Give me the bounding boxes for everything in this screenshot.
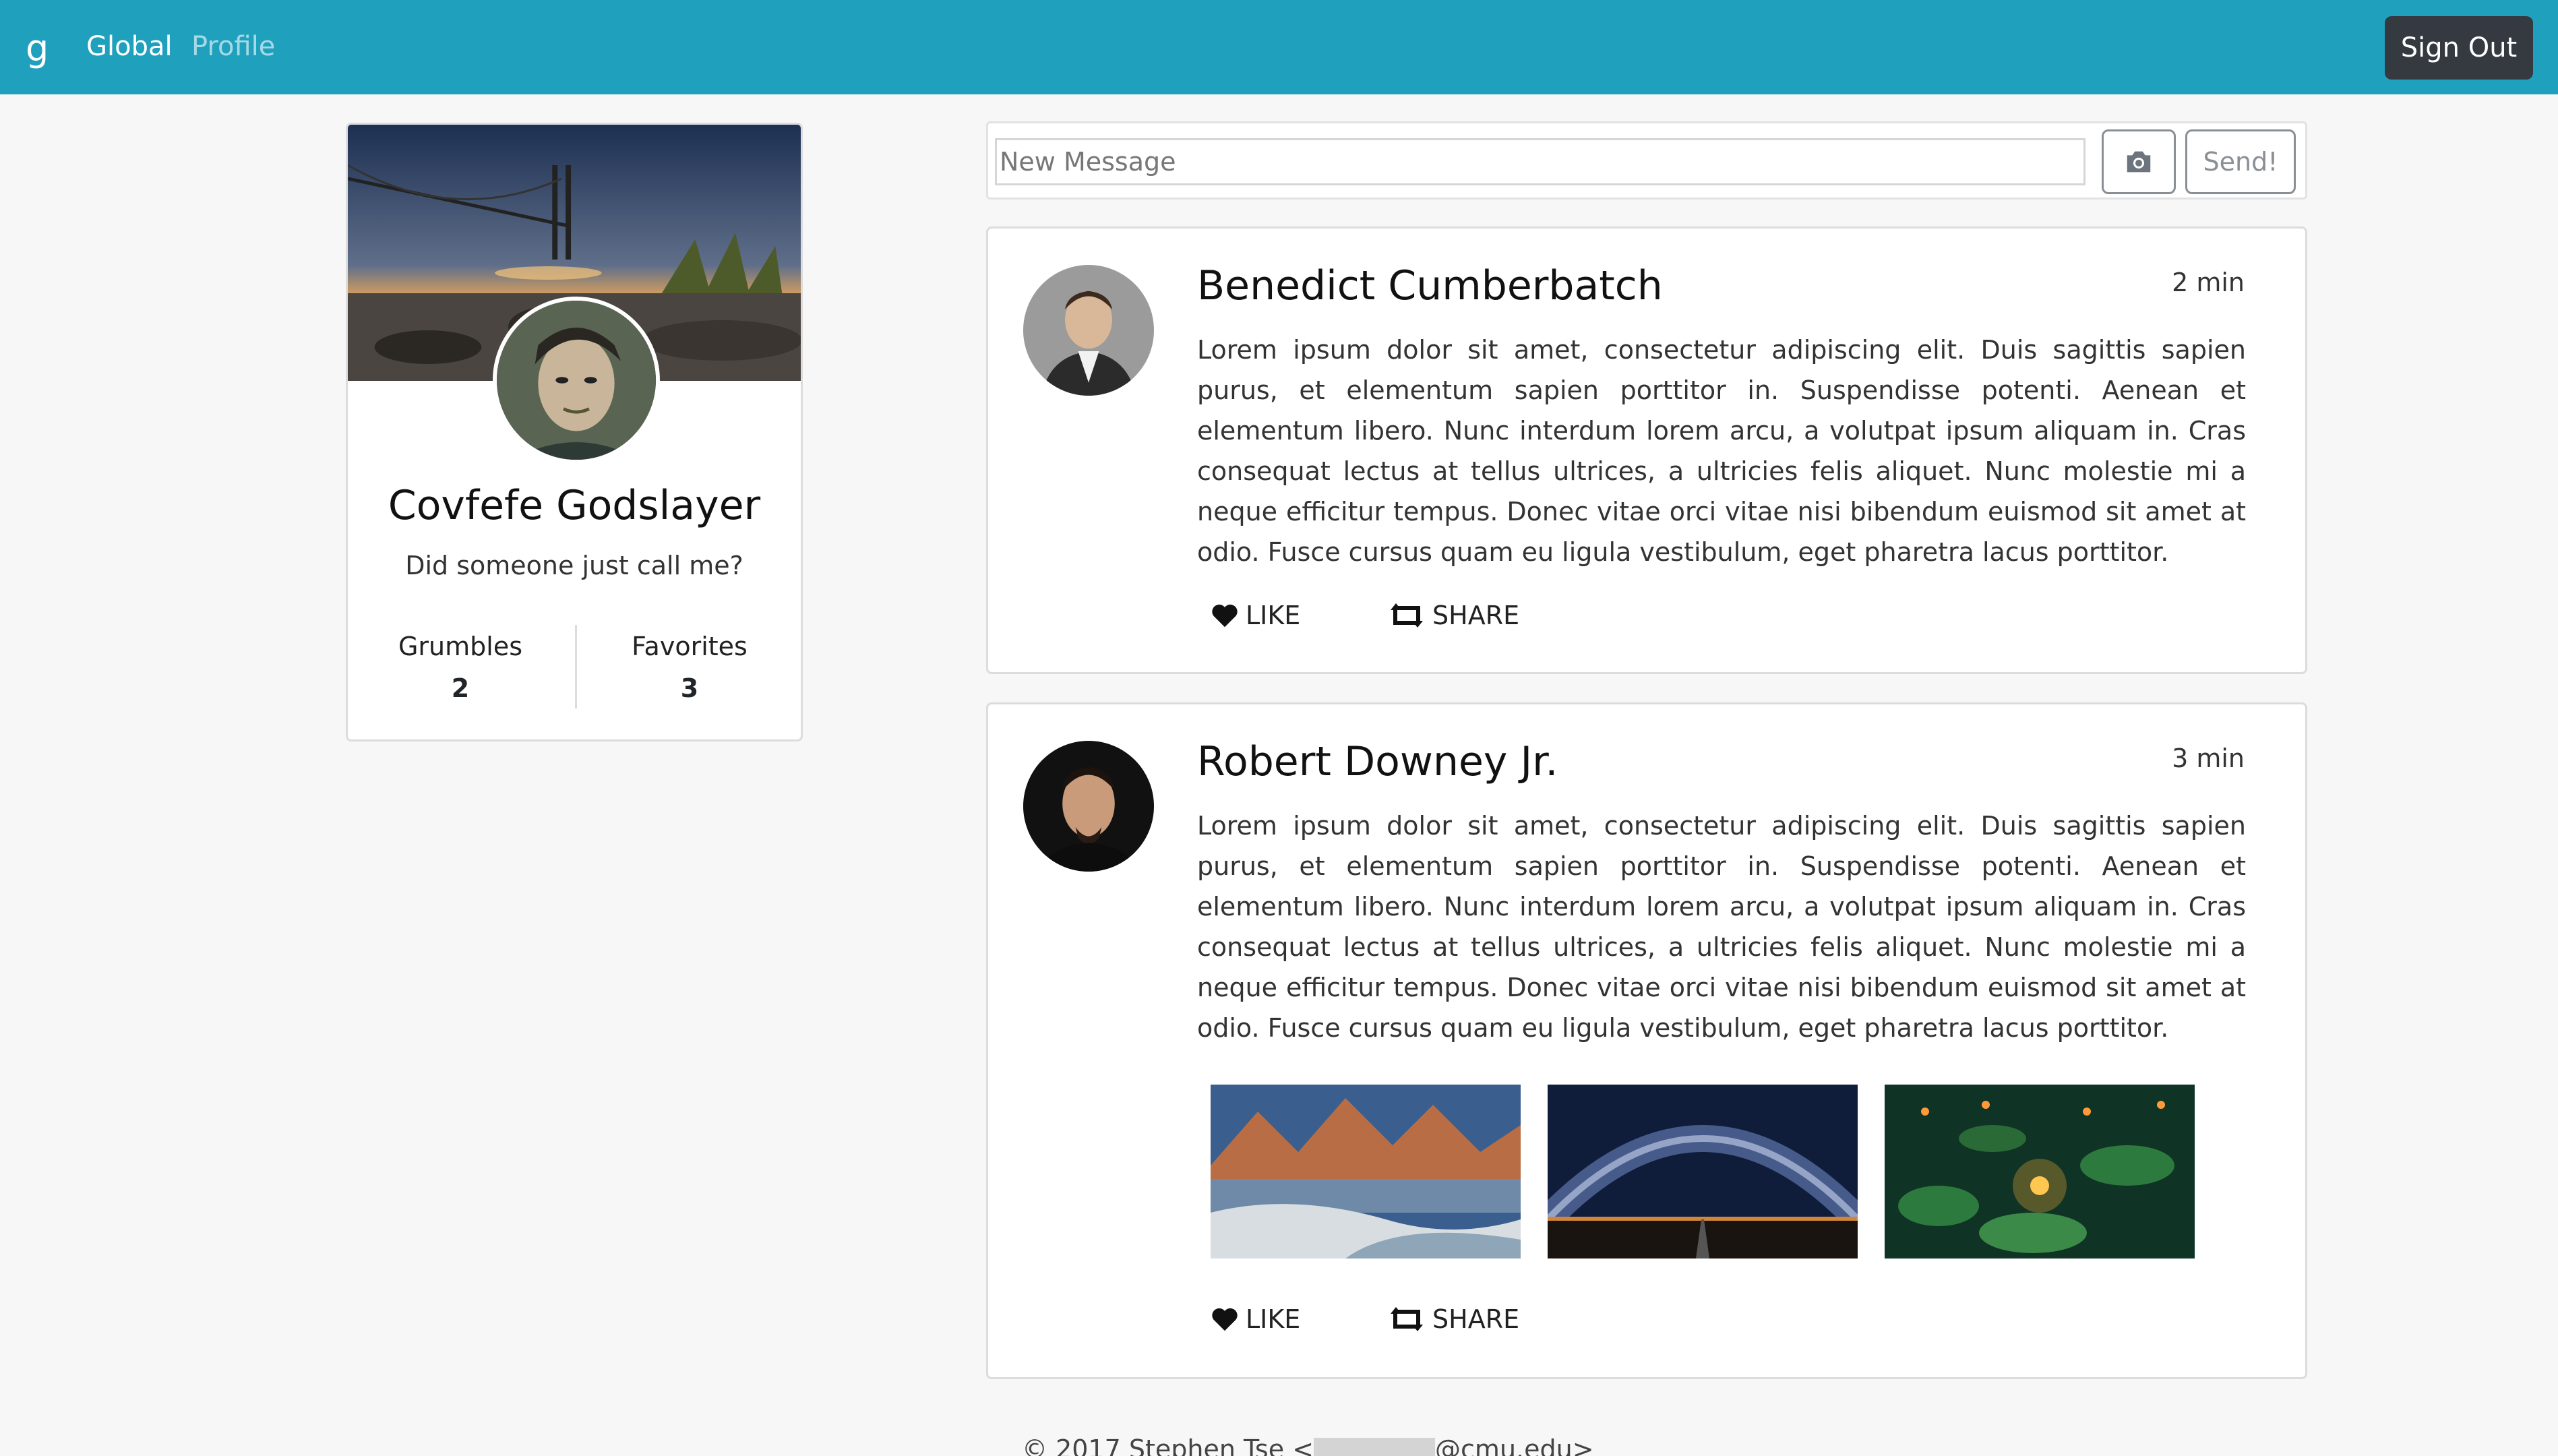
- post-body: Lorem ipsum dolor sit amet, consectetur …: [1197, 811, 2246, 1043]
- send-button[interactable]: Send!: [2185, 129, 2296, 194]
- post-timestamp: 2 min: [2172, 268, 2245, 297]
- camera-icon: [2127, 151, 2151, 173]
- sign-out-button[interactable]: Sign Out: [2385, 16, 2533, 80]
- share-label: SHARE: [1432, 601, 1520, 630]
- navbar: g Global Profile Sign Out: [0, 0, 2558, 94]
- heart-icon: [1212, 604, 1238, 628]
- post-timestamp: 3 min: [2172, 744, 2245, 773]
- post-image-lily-pond[interactable]: [1885, 1085, 2195, 1258]
- post-card: Robert Downey Jr. 3 min Lorem ipsum dolo…: [986, 702, 2307, 1379]
- post-image-milky-way[interactable]: [1548, 1085, 1858, 1258]
- post-body: Lorem ipsum dolor sit amet, consectetur …: [1197, 335, 2246, 567]
- share-button[interactable]: SHARE: [1388, 1304, 1519, 1334]
- stat-value: 3: [680, 673, 699, 703]
- like-button[interactable]: LIKE: [1211, 601, 1300, 630]
- post-image-mountains[interactable]: [1211, 1085, 1521, 1258]
- post-image-gallery: [1211, 1085, 2195, 1258]
- footer-copyright: © 2017 Stephen Tse <: [1022, 1434, 1314, 1456]
- like-label: LIKE: [1246, 1304, 1301, 1334]
- camera-button[interactable]: [2102, 129, 2176, 194]
- retweet-icon: [1391, 603, 1423, 628]
- post-card: Benedict Cumberbatch 2 min Lorem ipsum d…: [986, 226, 2307, 674]
- footer: © 2017 Stephen Tse < @cmu.edu>: [1022, 1434, 1594, 1456]
- post-author[interactable]: Benedict Cumberbatch: [1197, 262, 1663, 309]
- profile-bio: Did someone just call me?: [405, 551, 743, 580]
- stat-favorites[interactable]: Favorites 3: [588, 632, 791, 703]
- redacted-email: [1314, 1437, 1436, 1456]
- stat-label: Favorites: [632, 632, 748, 661]
- retweet-icon: [1391, 1307, 1423, 1331]
- stats-divider: [575, 625, 577, 708]
- profile-avatar[interactable]: [493, 297, 660, 464]
- nav-link-global[interactable]: Global: [86, 31, 173, 62]
- like-button[interactable]: LIKE: [1211, 1304, 1300, 1334]
- footer-email-domain: @cmu.edu>: [1435, 1434, 1594, 1456]
- share-button[interactable]: SHARE: [1388, 601, 1519, 630]
- stat-label: Grumbles: [398, 632, 523, 661]
- profile-name: Covfefe Godslayer: [388, 482, 761, 529]
- new-message-input[interactable]: [995, 138, 2085, 185]
- nav-link-profile[interactable]: Profile: [191, 31, 275, 62]
- share-label: SHARE: [1432, 1304, 1520, 1334]
- author-avatar[interactable]: [1023, 265, 1154, 396]
- heart-icon: [1212, 1308, 1238, 1331]
- stat-value: 2: [451, 673, 470, 703]
- message-composer: Send!: [986, 121, 2307, 200]
- author-avatar[interactable]: [1023, 741, 1154, 872]
- like-label: LIKE: [1246, 601, 1301, 630]
- stat-grumbles[interactable]: Grumbles 2: [359, 632, 561, 703]
- brand-logo[interactable]: g: [26, 27, 49, 69]
- profile-card: Covfefe Godslayer Did someone just call …: [346, 123, 803, 741]
- post-author[interactable]: Robert Downey Jr.: [1197, 738, 1558, 785]
